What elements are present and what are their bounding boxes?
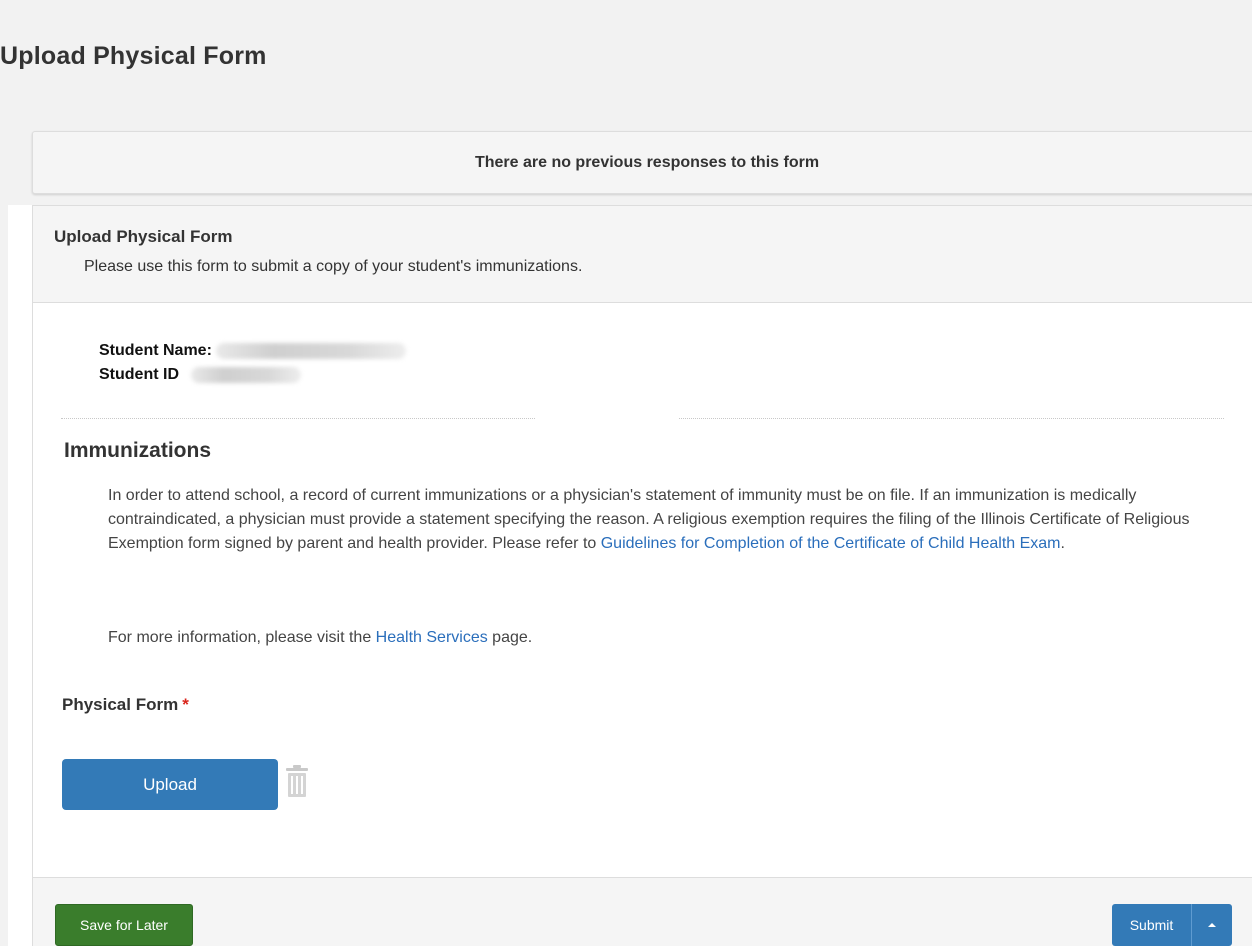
form-subtitle: Please use this form to submit a copy of… <box>84 258 583 275</box>
upload-button[interactable]: Upload <box>62 759 278 810</box>
student-name-row: Student Name: <box>99 339 406 363</box>
page-left-gutter <box>0 205 8 946</box>
page-title: Upload Physical Form <box>0 42 267 70</box>
required-marker: * <box>182 695 189 714</box>
guidelines-link[interactable]: Guidelines for Completion of the Certifi… <box>601 535 1061 552</box>
previous-responses-notice: There are no previous responses to this … <box>32 131 1252 194</box>
more-info-text: For more information, please visit the H… <box>108 629 532 647</box>
submit-button-group: Submit <box>1112 904 1232 946</box>
submit-dropdown-toggle[interactable] <box>1192 904 1232 946</box>
more-info-suffix: page. <box>487 629 533 646</box>
student-id-row: Student ID <box>99 363 406 387</box>
student-info: Student Name: Student ID <box>99 339 406 387</box>
student-name-redacted <box>215 343 406 359</box>
form-footer: Save for Later Submit <box>33 877 1252 946</box>
student-id-label: Student ID <box>99 366 179 383</box>
trash-icon[interactable] <box>284 764 310 798</box>
section-title: Immunizations <box>64 439 212 462</box>
divider-right <box>679 418 1224 419</box>
immunization-instructions: In order to attend school, a record of c… <box>108 484 1208 556</box>
previous-responses-text: There are no previous responses to this … <box>474 153 820 171</box>
submit-button[interactable]: Submit <box>1112 904 1192 946</box>
form-title: Upload Physical Form <box>54 227 233 246</box>
save-for-later-button[interactable]: Save for Later <box>55 904 193 946</box>
more-info-prefix: For more information, please visit the <box>108 629 376 646</box>
instructions-end: . <box>1060 535 1065 552</box>
divider-left <box>61 418 535 419</box>
student-id-redacted <box>191 367 301 383</box>
form-panel-header: Upload Physical Form Please use this for… <box>33 205 1252 303</box>
physical-form-label: Physical Form * <box>62 695 189 715</box>
physical-form-label-text: Physical Form <box>62 695 179 714</box>
health-services-link[interactable]: Health Services <box>376 629 488 646</box>
caret-up-icon <box>1208 923 1216 927</box>
student-name-label: Student Name: <box>99 342 212 359</box>
form-panel: Upload Physical Form Please use this for… <box>32 205 1252 946</box>
